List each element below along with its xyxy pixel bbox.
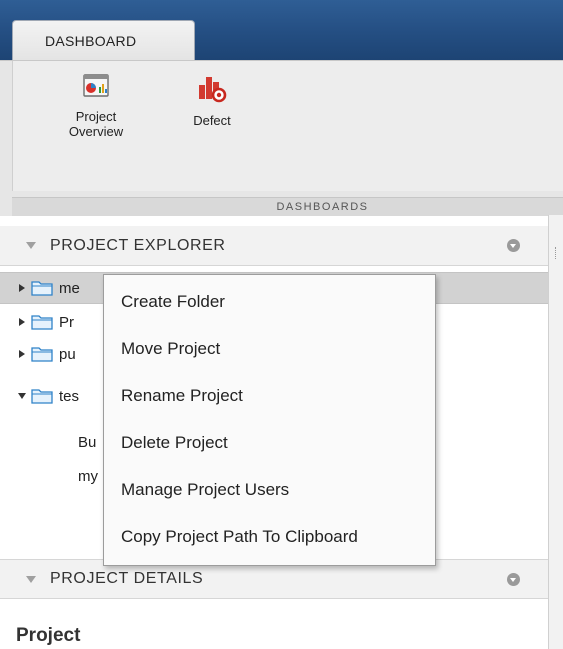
project-overview-button[interactable]: Project Overview <box>51 73 141 139</box>
project-overview-icon <box>83 74 109 97</box>
folder-icon <box>31 315 53 330</box>
defect-icon <box>199 77 227 103</box>
collapse-triangle-icon[interactable] <box>26 575 36 583</box>
folder-icon <box>31 347 53 362</box>
section-label-dashboards: DASHBOARDS <box>12 197 563 216</box>
folder-icon <box>31 281 53 296</box>
app-window: DASHBOARD Project Overview Defect DASHBO… <box>0 0 563 649</box>
tree-item-label: me <box>59 279 80 297</box>
panel-menu-icon[interactable] <box>507 573 520 586</box>
project-details-title: PROJECT DETAILS <box>50 570 204 587</box>
folder-icon <box>31 389 53 404</box>
tab-dashboard-label: DASHBOARD <box>45 32 137 49</box>
collapse-triangle-icon[interactable] <box>26 242 36 249</box>
menu-item-move-project[interactable]: Move Project <box>104 326 435 372</box>
menu-item-rename-project[interactable]: Rename Project <box>104 373 435 419</box>
project-explorer-title: PROJECT EXPLORER <box>50 236 226 254</box>
project-overview-label-1: Project <box>75 109 117 124</box>
expand-arrow-icon[interactable] <box>19 350 25 358</box>
tree-item-label: pu <box>59 345 76 363</box>
menu-item-create-folder[interactable]: Create Folder <box>104 279 435 325</box>
defect-label: Defect <box>193 113 231 128</box>
ribbon-section-dashboards: Project Overview Defect <box>12 61 563 191</box>
menu-item-delete-project[interactable]: Delete Project <box>104 420 435 466</box>
pane-splitter-grip[interactable] <box>555 247 557 259</box>
project-details-project-label: Project <box>16 625 81 646</box>
defect-button[interactable]: Defect <box>177 73 247 128</box>
context-menu: Create Folder Move Project Rename Projec… <box>103 274 436 566</box>
tree-item-label: tes <box>59 387 80 405</box>
collapse-arrow-icon[interactable] <box>18 393 26 399</box>
tree-child-item[interactable]: Bu <box>78 434 96 451</box>
project-details-body: Project <box>0 599 548 649</box>
ribbon: Project Overview Defect DASHBOARDS <box>0 60 563 216</box>
tab-dashboard[interactable]: DASHBOARD <box>12 20 195 60</box>
panel-menu-icon[interactable] <box>507 239 520 252</box>
project-overview-label-2: Overview <box>68 124 124 139</box>
tree-item-label: Pr <box>59 313 74 331</box>
menu-item-copy-project-path[interactable]: Copy Project Path To Clipboard <box>104 514 435 560</box>
expand-arrow-icon[interactable] <box>19 318 25 326</box>
menu-item-manage-project-users[interactable]: Manage Project Users <box>104 467 435 513</box>
project-explorer-header[interactable]: PROJECT EXPLORER <box>0 226 548 266</box>
tree-child-item[interactable]: my <box>78 468 98 485</box>
expand-arrow-icon[interactable] <box>19 284 25 292</box>
right-pane-edge <box>548 215 563 649</box>
